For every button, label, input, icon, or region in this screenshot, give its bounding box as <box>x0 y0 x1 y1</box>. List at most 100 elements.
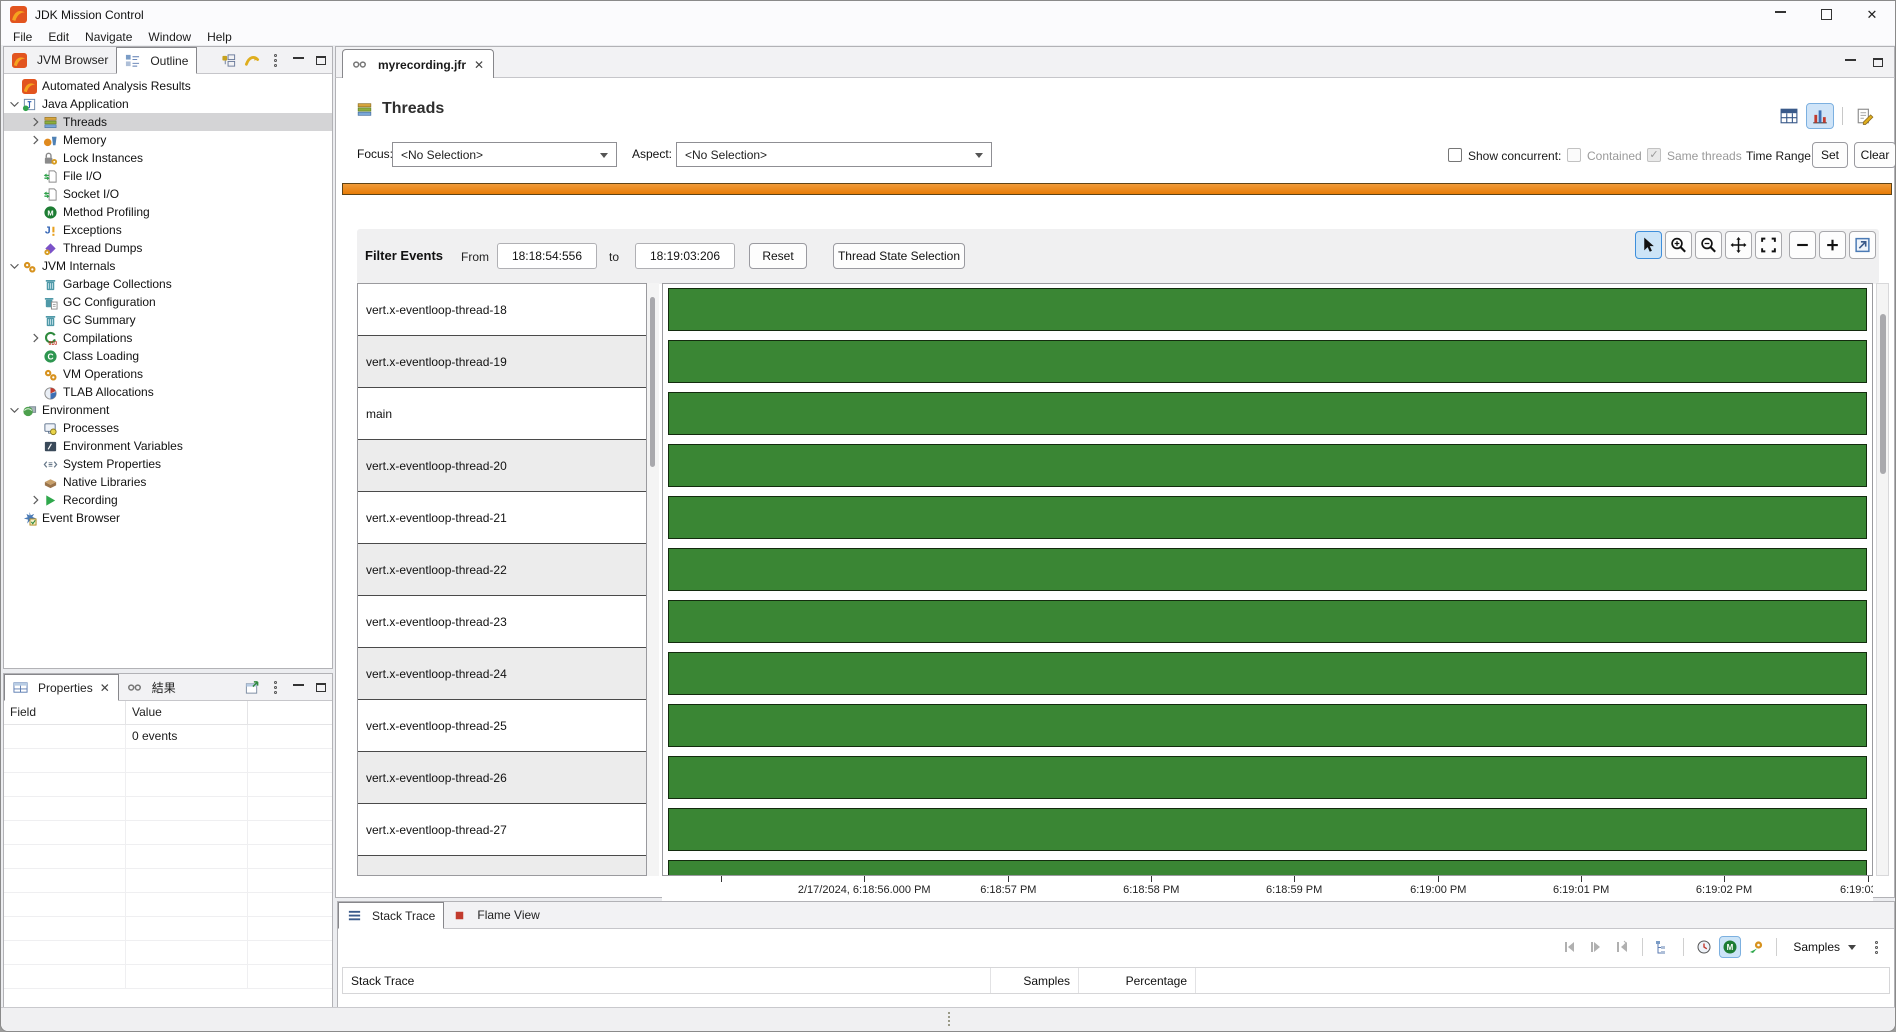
column-stack-trace[interactable]: Stack Trace <box>343 968 991 993</box>
outline-item-native-libraries[interactable]: Native Libraries <box>4 473 332 491</box>
outline-item-java-application[interactable]: Java Application <box>4 95 332 113</box>
table-row[interactable] <box>4 869 332 893</box>
thread-row[interactable]: vert.x-eventloop-thread-25 <box>358 700 646 752</box>
link-with-editor-icon[interactable] <box>221 53 237 68</box>
drag-handle-icon[interactable] <box>948 1012 950 1026</box>
outline-item-garbage-collections[interactable]: Garbage Collections <box>4 275 332 293</box>
menu-file[interactable]: File <box>5 30 40 44</box>
navigate-out-icon[interactable] <box>1849 231 1876 259</box>
outline-item-lock-instances[interactable]: Lock Instances <box>4 149 332 167</box>
outline-item-compilations[interactable]: 010Compilations <box>4 329 332 347</box>
thread-row[interactable]: vert.x-eventloop-thread-27 <box>358 804 646 856</box>
table-row[interactable] <box>4 917 332 941</box>
thread-row[interactable]: vert.x-eventloop-thread-22 <box>358 544 646 596</box>
table-row[interactable] <box>4 773 332 797</box>
chevron-expanded-icon[interactable] <box>7 259 22 273</box>
thread-row[interactable]: vert.x-eventloop-thread-23 <box>358 596 646 648</box>
outline-item-memory[interactable]: Memory <box>4 131 332 149</box>
minimize-editor-icon[interactable] <box>1842 55 1858 70</box>
table-row[interactable] <box>4 749 332 773</box>
tab-stack-trace[interactable]: Stack Trace <box>338 902 444 929</box>
chevron-expanded-icon[interactable] <box>7 403 22 417</box>
reset-button[interactable]: Reset <box>749 243 807 269</box>
table-row[interactable] <box>4 965 332 989</box>
thread-activity-bar[interactable] <box>668 392 1867 435</box>
time-range-clear-button[interactable]: Clear <box>1854 142 1896 168</box>
outline-item-vm-operations[interactable]: VM Operations <box>4 365 332 383</box>
tab-jvm-browser[interactable]: JVM Browser <box>4 47 116 73</box>
focus-select[interactable]: <No Selection> <box>392 142 617 167</box>
chevron-collapsed-icon[interactable] <box>28 331 43 345</box>
outline-item-event-browser[interactable]: Event Browser <box>4 509 332 527</box>
thread-row[interactable]: vert.x-eventloop-thread-24 <box>358 648 646 700</box>
tree-view-icon[interactable] <box>1653 937 1673 957</box>
thread-row[interactable]: vert.x-eventloop-thread-20 <box>358 440 646 492</box>
chevron-expanded-icon[interactable] <box>7 97 22 111</box>
outline-item-gc-configuration[interactable]: GC Configuration <box>4 293 332 311</box>
menu-help[interactable]: Help <box>199 30 240 44</box>
zoom-in-icon[interactable] <box>1665 231 1692 259</box>
thread-list-scrollbar[interactable] <box>647 283 659 876</box>
show-concurrent-checkbox[interactable] <box>1448 148 1462 162</box>
menu-edit[interactable]: Edit <box>40 30 77 44</box>
thread-row[interactable]: main <box>358 388 646 440</box>
zoom-out-icon[interactable] <box>1695 231 1722 259</box>
outline-item-tlab-allocations[interactable]: TLAB Allocations <box>4 383 332 401</box>
open-in-new-window-icon[interactable] <box>244 680 260 695</box>
thread-activity-bar[interactable] <box>668 288 1867 331</box>
thread-row[interactable] <box>358 856 646 876</box>
chart-scrollbar[interactable] <box>1876 283 1889 876</box>
column-value[interactable]: Value <box>126 701 248 724</box>
outline-item-environment[interactable]: Environment <box>4 401 332 419</box>
outline-item-recording[interactable]: Recording <box>4 491 332 509</box>
view-menu-icon[interactable] <box>1868 940 1884 955</box>
table-row[interactable] <box>4 941 332 965</box>
table-row[interactable] <box>4 797 332 821</box>
close-window-icon[interactable]: ✕ <box>1849 1 1895 28</box>
thread-activity-bar[interactable] <box>668 808 1867 851</box>
method-profiling-toggle-icon[interactable]: M <box>1720 937 1740 957</box>
thread-row[interactable]: vert.x-eventloop-thread-18 <box>358 284 646 336</box>
table-row[interactable] <box>4 821 332 845</box>
minimize-view-icon[interactable] <box>290 53 306 68</box>
thread-activity-bar[interactable] <box>668 496 1867 539</box>
maximize-editor-icon[interactable] <box>1870 55 1886 70</box>
menu-window[interactable]: Window <box>140 30 199 44</box>
outline-item-environment-variables[interactable]: Environment Variables <box>4 437 332 455</box>
cursor-tool-icon[interactable] <box>1635 231 1662 259</box>
thread-activity-bar[interactable] <box>668 756 1867 799</box>
outline-item-processes[interactable]: Processes <box>4 419 332 437</box>
tab-flame-view[interactable]: Flame View <box>444 902 547 928</box>
thread-row[interactable]: vert.x-eventloop-thread-26 <box>358 752 646 804</box>
zoom-selection-icon[interactable] <box>1755 231 1782 259</box>
clock-icon[interactable] <box>1694 937 1714 957</box>
thread-row[interactable]: vert.x-eventloop-thread-21 <box>358 492 646 544</box>
outline-item-method-profiling[interactable]: MMethod Profiling <box>4 203 332 221</box>
aspect-select[interactable]: <No Selection> <box>676 142 992 167</box>
chevron-collapsed-icon[interactable] <box>28 493 43 507</box>
table-row[interactable]: 0 events <box>4 725 332 749</box>
thread-activity-bar[interactable] <box>668 600 1867 643</box>
filter-from-input[interactable] <box>497 243 597 269</box>
maximize-view-icon[interactable] <box>313 53 329 68</box>
reset-frame-icon[interactable] <box>1612 937 1632 957</box>
outline-item-system-properties[interactable]: System Properties <box>4 455 332 473</box>
thread-row[interactable]: vert.x-eventloop-thread-19 <box>358 336 646 388</box>
thread-activity-bar[interactable] <box>668 548 1867 591</box>
chevron-collapsed-icon[interactable] <box>28 115 43 129</box>
close-tab-icon[interactable]: ✕ <box>474 58 484 72</box>
outline-item-automated-analysis-results[interactable]: Automated Analysis Results <box>4 77 332 95</box>
next-frame-icon[interactable] <box>1586 937 1606 957</box>
minimize-window-icon[interactable] <box>1757 1 1803 28</box>
prev-frame-icon[interactable] <box>1560 937 1580 957</box>
thread-state-selection-button[interactable]: Thread State Selection <box>833 243 965 269</box>
thread-activity-bar[interactable] <box>668 444 1867 487</box>
table-row[interactable] <box>4 893 332 917</box>
close-tab-icon[interactable]: ✕ <box>100 681 110 695</box>
time-range-set-button[interactable]: Set <box>1812 142 1848 168</box>
outline-item-thread-dumps[interactable]: Thread Dumps <box>4 239 332 257</box>
edit-page-icon[interactable] <box>1852 104 1878 128</box>
filter-to-input[interactable] <box>635 243 735 269</box>
outline-item-threads[interactable]: Threads <box>4 113 332 131</box>
table-settings-icon[interactable] <box>1776 104 1802 128</box>
